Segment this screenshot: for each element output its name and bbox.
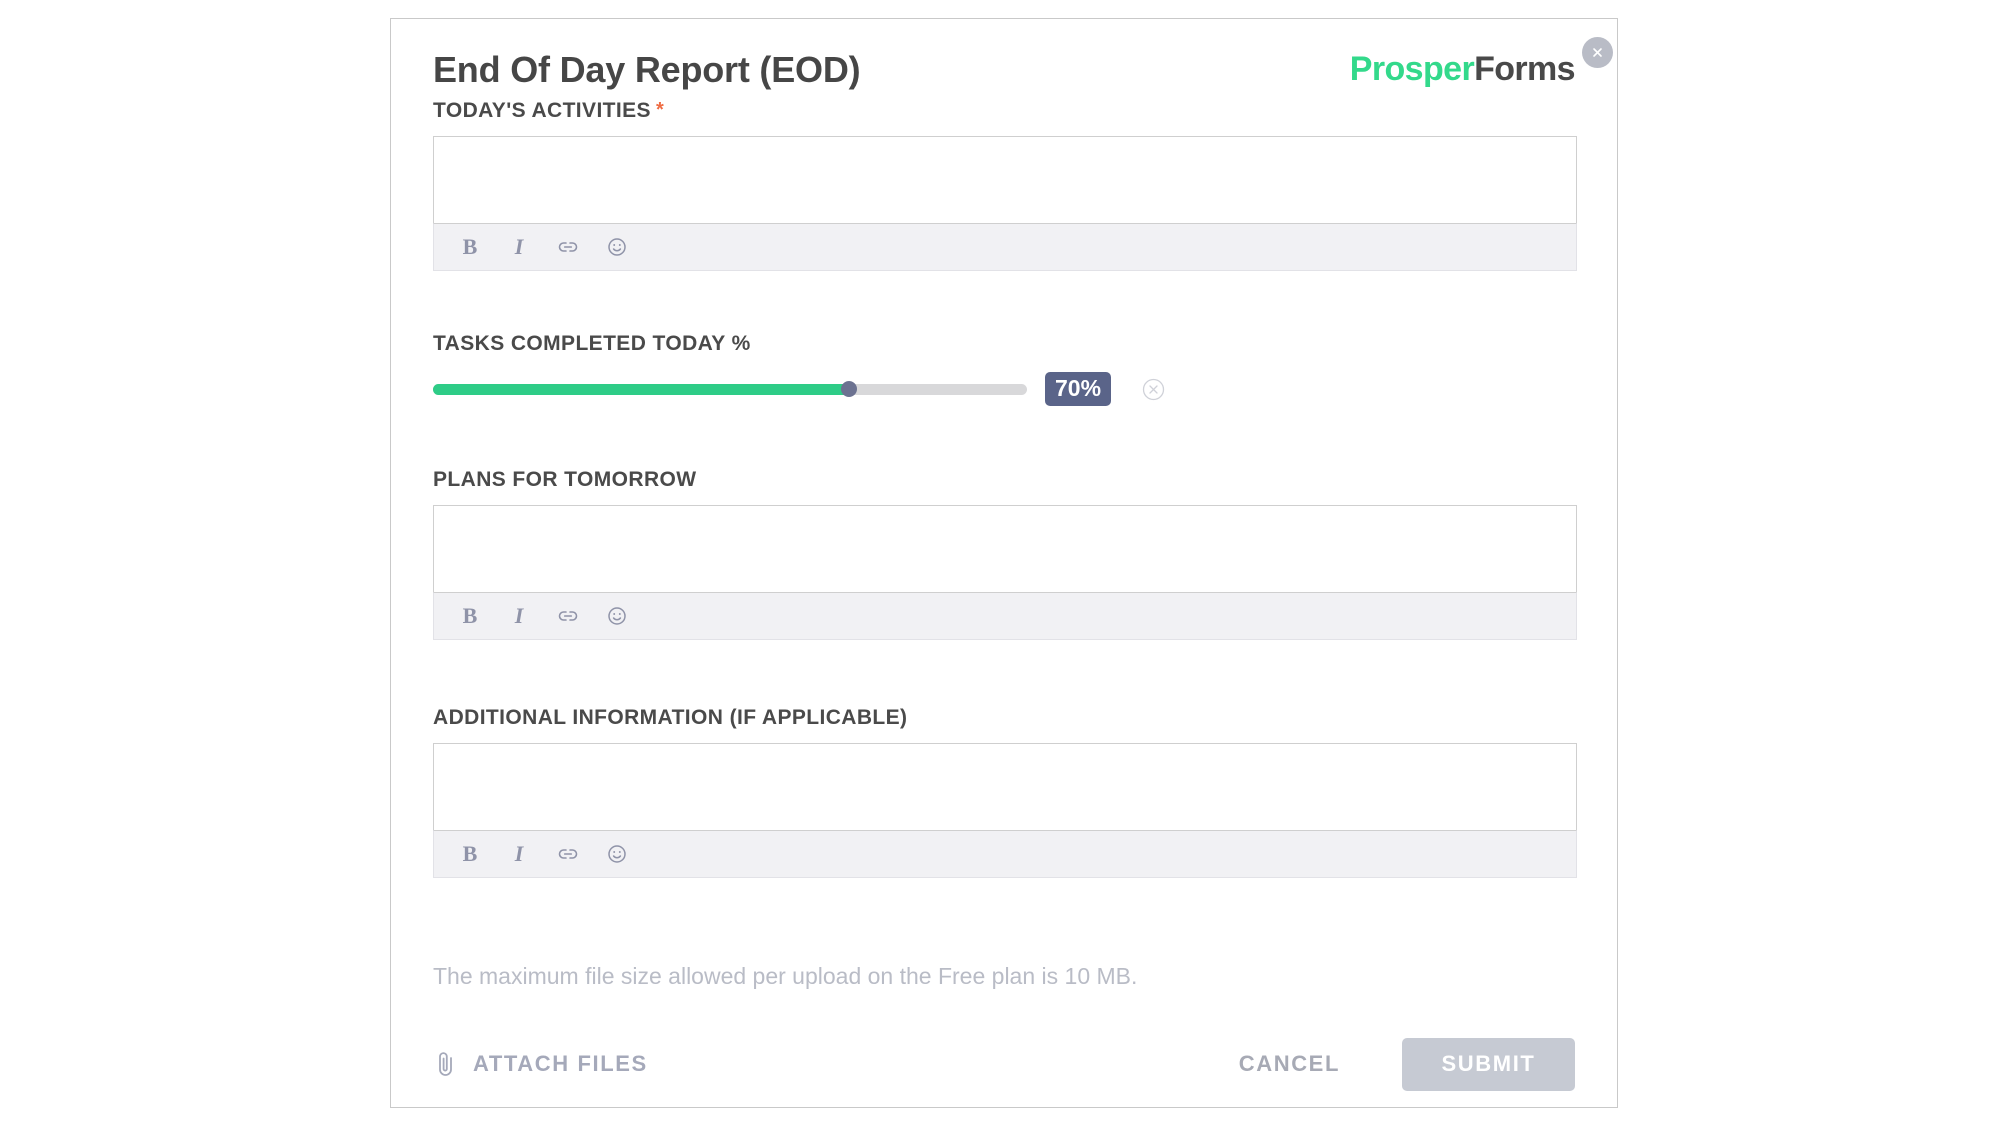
field-plans-for-tomorrow: PLANS FOR TOMORROW B I <box>433 467 1577 640</box>
field-label: PLANS FOR TOMORROW <box>433 467 1577 493</box>
screen: End Of Day Report (EOD) ProsperForms TOD… <box>0 0 2009 1128</box>
required-asterisk: * <box>655 99 665 121</box>
field-label-text: PLANS FOR TOMORROW <box>433 468 697 491</box>
slider-value-badge: 70% <box>1045 372 1112 406</box>
link-icon <box>558 849 578 859</box>
eod-report-dialog: End Of Day Report (EOD) ProsperForms TOD… <box>390 18 1618 1108</box>
dialog-footer: ATTACH FILES CANCEL SUBMIT <box>433 1034 1575 1094</box>
brand-logo: ProsperForms <box>1349 49 1576 89</box>
additional-information-input[interactable] <box>433 743 1577 830</box>
cancel-button[interactable]: CANCEL <box>1213 1051 1366 1077</box>
link-icon <box>558 242 578 252</box>
italic-button[interactable]: I <box>505 233 533 261</box>
field-label: TASKS COMPLETED TODAY % <box>433 331 1577 357</box>
slider-row: 70% <box>433 369 1577 409</box>
field-label: TODAY'S ACTIVITIES * <box>433 97 1577 124</box>
brand-name-part2: Forms <box>1474 50 1576 88</box>
italic-button[interactable]: I <box>505 602 533 630</box>
richtext-editor: B I <box>433 743 1577 878</box>
slider-fill <box>433 383 849 395</box>
link-button[interactable] <box>554 602 582 630</box>
emoji-button[interactable] <box>603 602 631 630</box>
brand-name-part1: Prosper <box>1349 50 1475 88</box>
link-icon <box>558 611 578 621</box>
field-label-text: TODAY'S ACTIVITIES <box>433 99 651 122</box>
field-tasks-completed: TASKS COMPLETED TODAY % 70% <box>433 331 1577 409</box>
emoji-icon <box>608 845 626 863</box>
attach-files-label: ATTACH FILES <box>473 1051 648 1076</box>
file-size-note: The maximum file size allowed per upload… <box>433 963 1138 989</box>
emoji-icon <box>608 238 626 256</box>
link-button[interactable] <box>554 233 582 261</box>
bold-button[interactable]: B <box>456 840 484 868</box>
emoji-icon <box>608 607 626 625</box>
tasks-completed-slider[interactable] <box>433 381 1027 397</box>
richtext-editor: B I <box>433 505 1577 640</box>
field-additional-information: ADDITIONAL INFORMATION (IF APPLICABLE) B… <box>433 705 1577 878</box>
clear-circle-icon <box>1142 378 1165 400</box>
bold-button[interactable]: B <box>456 233 484 261</box>
submit-button[interactable]: SUBMIT <box>1402 1037 1575 1091</box>
emoji-button[interactable] <box>603 233 631 261</box>
close-button[interactable] <box>1582 37 1613 68</box>
emoji-button[interactable] <box>603 840 631 868</box>
attach-files-button[interactable]: ATTACH FILES <box>433 1049 648 1079</box>
field-todays-activities: TODAY'S ACTIVITIES * B I <box>433 97 1577 271</box>
field-label-text: ADDITIONAL INFORMATION (IF APPLICABLE) <box>433 706 908 729</box>
todays-activities-input[interactable] <box>433 136 1577 223</box>
field-label: ADDITIONAL INFORMATION (IF APPLICABLE) <box>433 705 1577 731</box>
slider-handle[interactable] <box>840 381 857 397</box>
plans-for-tomorrow-input[interactable] <box>433 505 1577 592</box>
close-icon <box>1593 48 1602 57</box>
richtext-editor: B I <box>433 136 1577 271</box>
field-label-text: TASKS COMPLETED TODAY % <box>433 332 751 355</box>
link-button[interactable] <box>554 840 582 868</box>
richtext-toolbar: B I <box>433 830 1577 878</box>
paperclip-icon <box>439 1052 452 1076</box>
richtext-toolbar: B I <box>433 592 1577 640</box>
italic-button[interactable]: I <box>505 840 533 868</box>
clear-slider-button[interactable] <box>1141 377 1166 402</box>
bold-button[interactable]: B <box>456 602 484 630</box>
richtext-toolbar: B I <box>433 223 1577 271</box>
